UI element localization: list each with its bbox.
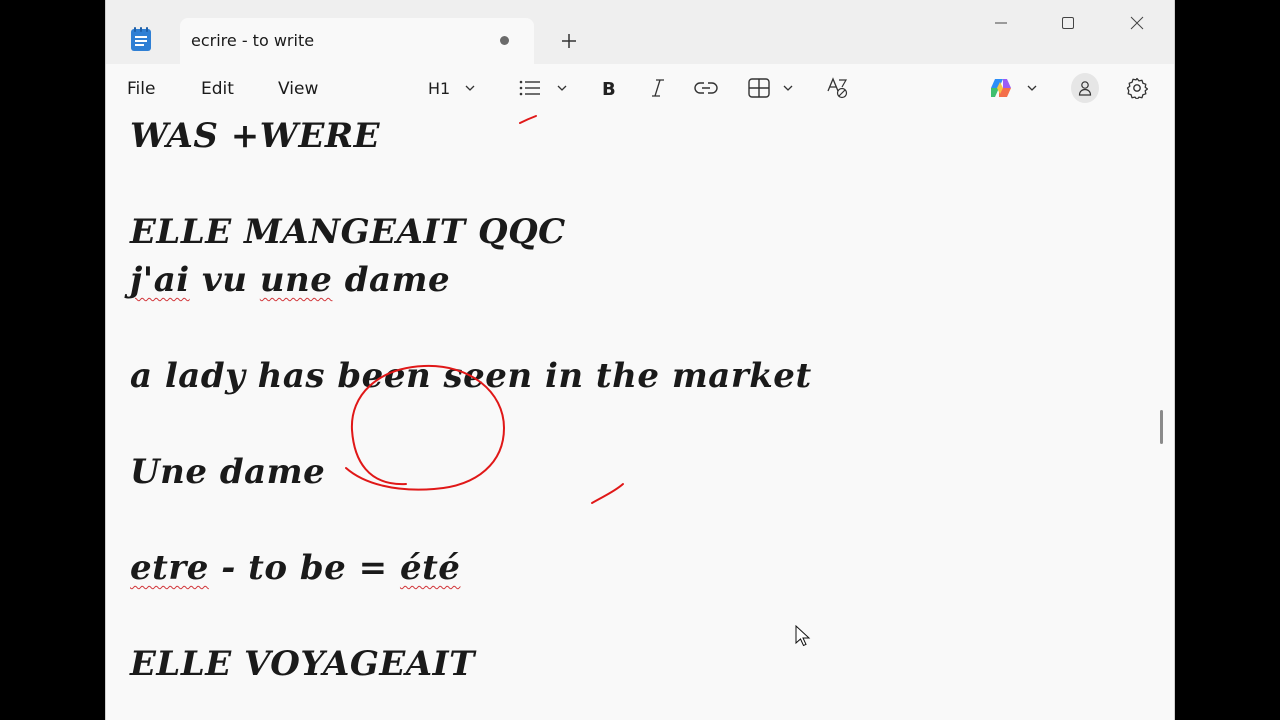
bold-icon: B (602, 79, 616, 97)
copilot-dropdown[interactable] (983, 74, 1043, 102)
table-dropdown[interactable] (743, 74, 799, 102)
chevron-down-icon (1027, 85, 1037, 91)
chevron-down-icon (783, 85, 793, 91)
chevron-down-icon (465, 85, 475, 91)
list-icon (519, 80, 540, 96)
clear-formatting-button[interactable] (823, 74, 853, 102)
plus-icon (562, 34, 576, 48)
heading-label: H1 (428, 78, 451, 98)
minimize-icon (995, 22, 1007, 24)
account-button[interactable] (1071, 73, 1099, 103)
maximize-icon (1062, 17, 1074, 29)
doc-line-6: etre - to be = été (130, 548, 460, 588)
misspelled-word[interactable]: une (260, 260, 333, 300)
document-editor[interactable]: WAS +WERE ELLE MANGEAIT QQC j'ai vu une … (106, 112, 1174, 720)
settings-button[interactable] (1122, 74, 1152, 102)
menu-file[interactable]: File (127, 79, 155, 99)
italic-button[interactable] (644, 74, 672, 102)
doc-line-5: Une dame (130, 452, 326, 492)
svg-text:B: B (602, 79, 616, 97)
clear-formatting-icon (827, 77, 848, 99)
close-button[interactable] (1114, 6, 1160, 40)
table-icon (748, 78, 770, 98)
new-tab-button[interactable] (554, 26, 584, 56)
doc-line-4: a lady has been seen in the market (130, 356, 812, 396)
tab-title: ecrire - to write (191, 31, 315, 50)
menu-view[interactable]: View (278, 79, 318, 99)
doc-line-3: j'ai vu une dame (130, 260, 450, 300)
doc-line-1: WAS +WERE (130, 116, 381, 156)
doc-line-2: ELLE MANGEAIT QQC (130, 212, 566, 252)
list-dropdown[interactable] (516, 74, 570, 102)
doc-text: - to be = (208, 548, 400, 588)
mouse-pointer-icon (795, 625, 811, 647)
minimize-button[interactable] (978, 6, 1024, 40)
menu-toolbar: File Edit View H1 B (106, 64, 1174, 112)
tab-ecrire[interactable]: ecrire - to write (180, 18, 534, 64)
misspelled-word[interactable]: etre (130, 548, 209, 588)
title-bar[interactable]: ecrire - to write (106, 0, 1174, 64)
chevron-down-icon (557, 85, 567, 91)
gear-icon (1126, 77, 1148, 99)
doc-text: dame (332, 260, 451, 300)
menu-edit[interactable]: Edit (201, 79, 234, 99)
notepad-window: ecrire - to write File Edit View H1 B WA… (105, 0, 1175, 720)
close-icon (1130, 16, 1144, 30)
doc-line-7: ELLE VOYAGEAIT (130, 644, 475, 684)
link-button[interactable] (691, 74, 721, 102)
notepad-app-icon (131, 27, 151, 51)
user-icon (1078, 81, 1092, 96)
misspelled-word[interactable]: été (400, 548, 460, 588)
italic-icon (652, 79, 664, 97)
doc-text: vu (189, 260, 260, 300)
misspelled-word[interactable]: j'ai (130, 260, 190, 300)
bold-button[interactable]: B (595, 74, 623, 102)
link-icon (694, 82, 718, 94)
heading-dropdown[interactable]: H1 (428, 74, 488, 102)
vertical-scrollbar-thumb[interactable] (1160, 410, 1163, 444)
unsaved-indicator-icon[interactable] (500, 36, 509, 45)
maximize-button[interactable] (1045, 6, 1091, 40)
copilot-icon (991, 79, 1011, 97)
